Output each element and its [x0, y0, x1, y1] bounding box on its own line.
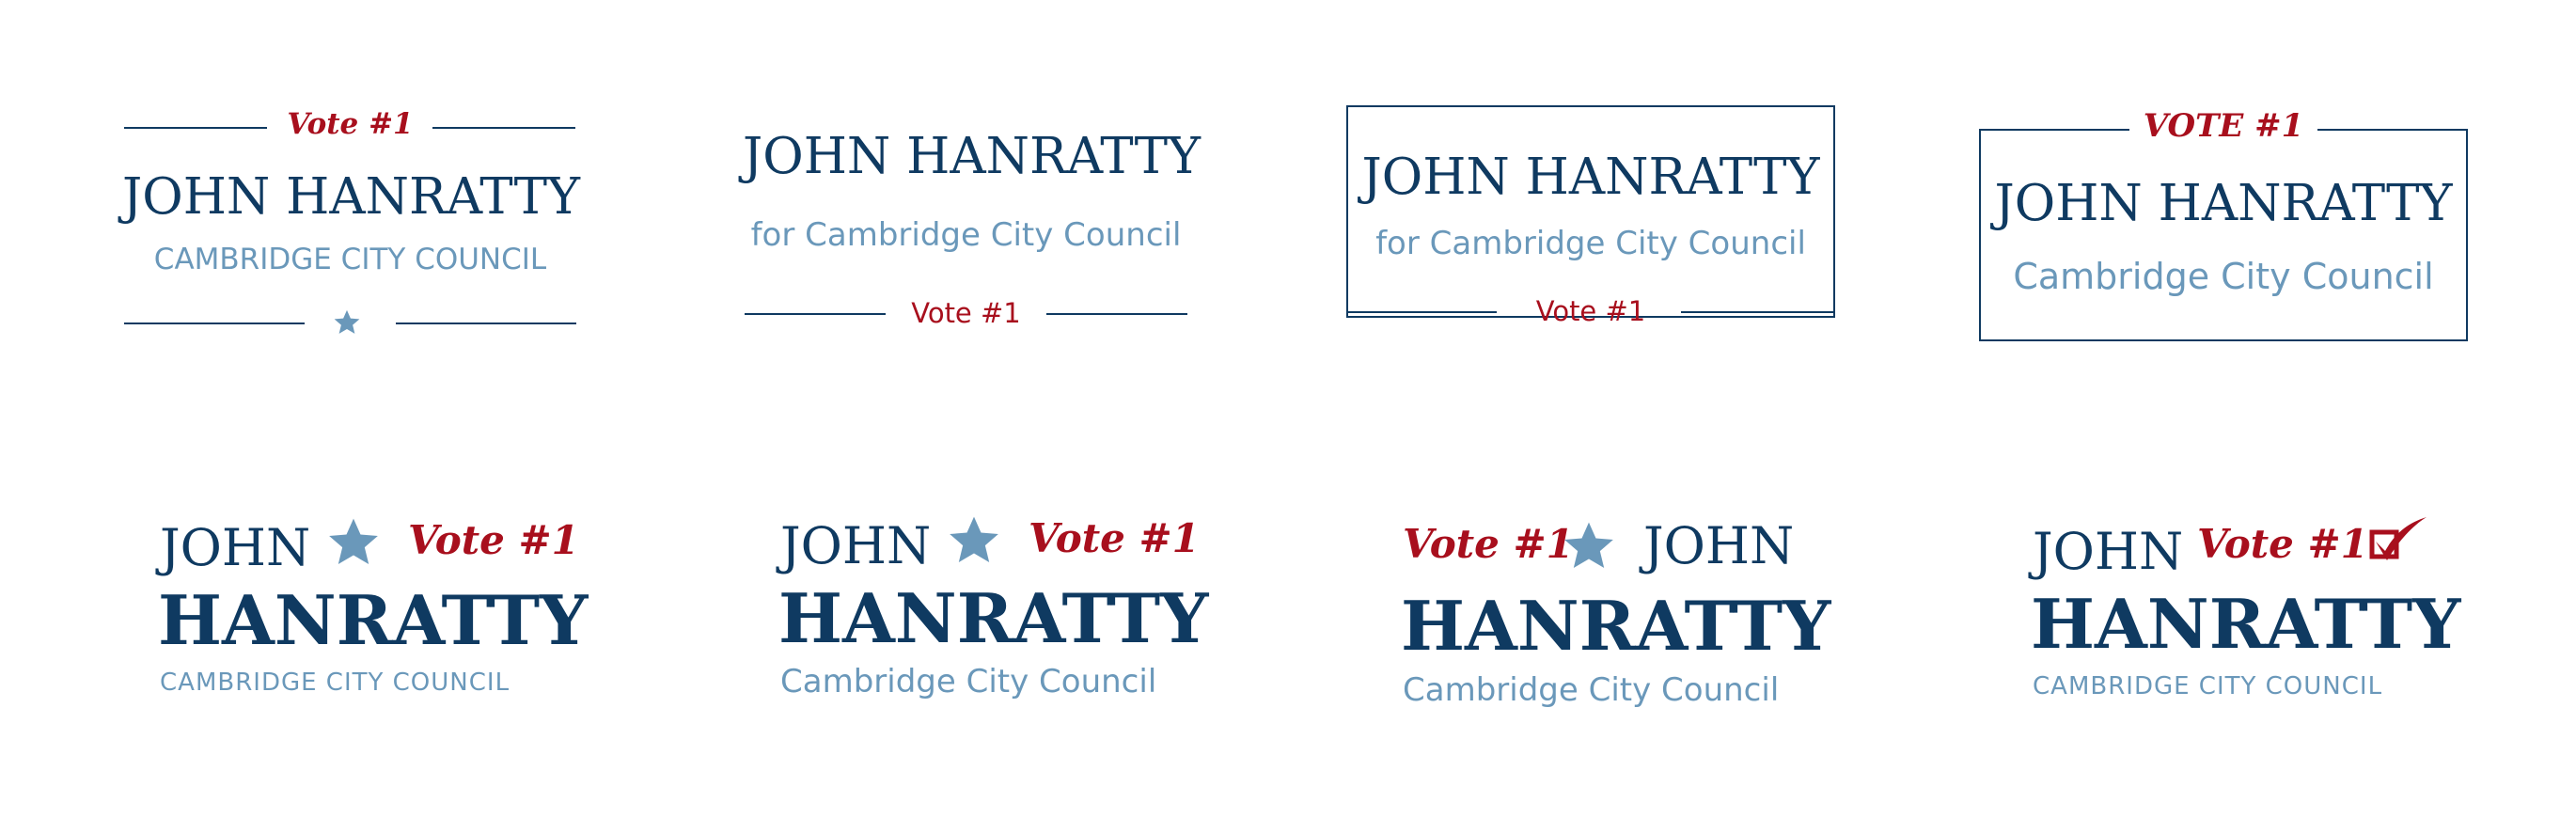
divider-line: [1046, 313, 1187, 315]
candidate-first-name: John: [160, 518, 311, 577]
office-subtitle: Cambridge City Council: [2013, 256, 2434, 297]
candidate-first-name: John: [1643, 516, 1795, 575]
logo-variant-3: John Hanratty for Cambridge City Council…: [1346, 105, 1835, 325]
star-icon: [1561, 519, 1617, 574]
star-icon: [946, 513, 1002, 568]
frame-border: [1346, 105, 1835, 318]
office-subtitle: Cambridge City Council: [780, 663, 1157, 700]
vote-tagline: Vote #1: [2197, 521, 2368, 567]
logo-variant-4: Vote #1 John Hanratty Cambridge City Cou…: [1979, 108, 2468, 343]
candidate-last-name: Hanratty: [778, 578, 1209, 658]
office-subtitle: for Cambridge City Council: [1375, 225, 1806, 262]
office-subtitle: Cambridge City Council: [160, 669, 510, 697]
candidate-last-name: Hanratty: [1401, 586, 1831, 666]
candidate-name: John Hanratty: [1361, 149, 1820, 206]
candidate-name: John Hanratty: [1994, 175, 2453, 232]
logo-variant-7: Vote #1 John Hanratty Cambridge City Cou…: [1401, 516, 1830, 716]
candidate-name: John Hanratty: [122, 168, 580, 226]
logo-variant-8: John Vote #1 Hanratty Cambridge City Cou…: [2031, 517, 2460, 707]
candidate-first-name: John: [780, 516, 932, 575]
candidate-last-name: Hanratty: [158, 580, 589, 660]
candidate-last-name: Hanratty: [2031, 584, 2461, 664]
vote-tagline: Vote #1: [2143, 107, 2304, 145]
office-subtitle: Cambridge City Council: [153, 243, 547, 276]
office-subtitle: Cambridge City Council: [2033, 672, 2383, 700]
logo-variant-6: John Vote #1 Hanratty Cambridge City Cou…: [778, 513, 1208, 701]
office-subtitle: Cambridge City Council: [1403, 671, 1780, 709]
vote-tagline: Vote #1: [408, 517, 579, 563]
divider-line: [396, 322, 576, 324]
vote-tagline: Vote #1: [1403, 521, 1574, 567]
candidate-first-name: John: [2033, 522, 2184, 581]
star-icon: [325, 515, 382, 570]
logo-variant-2: John Hanratty for Cambridge City Council…: [743, 127, 1201, 343]
office-subtitle: for Cambridge City Council: [750, 216, 1182, 254]
divider-line: [432, 127, 575, 129]
divider-line: [1681, 311, 1835, 313]
vote-tagline: Vote #1: [1029, 515, 1200, 561]
star-icon: [333, 308, 361, 337]
logo-variant-1: Vote #1 John Hanratty Cambridge City Cou…: [122, 107, 580, 348]
logo-variant-5: John Vote #1 Hanratty Cambridge City Cou…: [158, 515, 588, 703]
vote-tagline: Vote #1: [287, 107, 414, 141]
candidate-name: John Hanratty: [743, 128, 1201, 185]
frame-border: [1979, 129, 2468, 341]
checkbox-check-icon: [2366, 513, 2428, 566]
divider-line: [124, 322, 305, 324]
